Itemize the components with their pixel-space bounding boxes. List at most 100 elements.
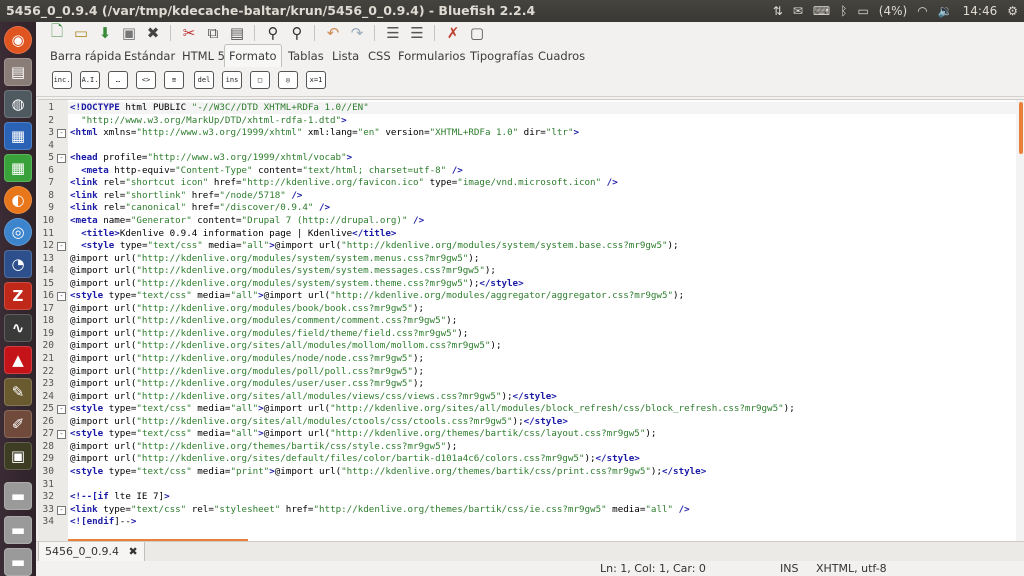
code-line: <link rel="canonical" href="/discover/0.…	[70, 202, 331, 214]
code-line: <link rel="shortlink" href="/node/5718" …	[70, 189, 303, 201]
vertical-scrollbar[interactable]	[1016, 100, 1024, 542]
paste-icon[interactable]: ▤	[226, 22, 248, 44]
line-number: 9	[48, 202, 54, 214]
calc-icon[interactable]: ▦	[4, 154, 32, 182]
volume-icon[interactable]: 🔉	[938, 4, 953, 18]
firefox-icon[interactable]: ◐	[4, 186, 32, 214]
indent-icon[interactable]: ☰	[406, 22, 428, 44]
presentation-icon[interactable]: ▣	[4, 442, 32, 470]
line-number: 13	[42, 252, 54, 264]
line-number: 6	[48, 164, 54, 176]
clock[interactable]: 14:46	[963, 4, 998, 18]
wifi-icon[interactable]: ◠	[917, 4, 927, 18]
close-tab-icon[interactable]: ✖	[128, 545, 137, 558]
cursor-position: Ln: 1, Col: 1, Car: 0	[600, 562, 706, 575]
code-line: "http://www.w3.org/MarkUp/DTD/xhtml-rdfa…	[81, 114, 347, 126]
line-number: 7	[48, 177, 54, 189]
list-format-icon[interactable]: ≡	[164, 71, 184, 89]
abbreviation-icon[interactable]: A.I.	[80, 71, 100, 89]
code-editor[interactable]: 1 2 3-4 5-6 7 8 9 10 11 12-13 14 15 16-17 18 19 20 21 22 2…	[38, 99, 1024, 542]
files-icon[interactable]: ▤	[4, 58, 32, 86]
fold-toggle-icon[interactable]: -	[57, 292, 66, 302]
code-line: <title>Kdenlive 0.9.4 information page |…	[81, 227, 397, 239]
undo-icon[interactable]: ↶	[322, 22, 344, 44]
line-number: 15	[42, 277, 54, 289]
kdenlive-icon[interactable]: ◔	[4, 250, 32, 278]
drive-icon[interactable]: ▬	[4, 482, 32, 510]
code-line: <style type="text/css" media="all">@impo…	[70, 403, 795, 415]
line-number: 8	[48, 189, 54, 201]
fold-toggle-icon[interactable]: -	[57, 154, 66, 164]
ubuntu-dash-icon[interactable]: ◉	[4, 26, 32, 54]
tab-formato[interactable]: Formato	[224, 44, 282, 67]
search-replace-icon[interactable]: ⚲	[286, 22, 308, 44]
quote-icon[interactable]: …	[108, 71, 128, 89]
sample-icon[interactable]: □	[250, 71, 270, 89]
document-tab[interactable]: 5456_0_0.9.4 ✖	[38, 542, 145, 562]
code-tag-icon[interactable]: <>	[136, 71, 156, 89]
drive-icon[interactable]: ▬	[4, 548, 32, 576]
line-number: 21	[42, 353, 54, 364]
code-line: @import url("http://kdenlive.org/modules…	[70, 315, 458, 327]
keyboard-icon[interactable]: ⌨	[813, 4, 830, 18]
close-icon[interactable]: ✖	[142, 22, 164, 44]
tab-cuadros[interactable]: Cuadros	[538, 45, 585, 67]
line-number: 31	[42, 478, 54, 490]
pencil-icon[interactable]: ✎	[4, 378, 32, 406]
fold-toggle-icon[interactable]: -	[57, 430, 66, 440]
fullscreen-icon[interactable]: ▢	[466, 22, 488, 44]
fold-toggle-icon[interactable]: -	[57, 242, 66, 252]
code-line: <![endif]-->	[70, 516, 137, 528]
filezilla-icon[interactable]: Z	[4, 282, 32, 310]
open-file-icon[interactable]: ▭	[70, 22, 92, 44]
line-number: 24	[42, 390, 54, 402]
save-icon[interactable]: ⬇	[94, 22, 116, 44]
system-monitor-icon[interactable]: ∿	[4, 314, 32, 342]
acrobat-icon[interactable]: ▲	[4, 346, 32, 374]
steam-icon[interactable]: ◍	[4, 90, 32, 118]
redo-icon[interactable]: ↷	[346, 22, 368, 44]
scrollbar-thumb[interactable]	[1019, 102, 1023, 154]
line-number: 10	[42, 214, 54, 226]
fold-toggle-icon[interactable]: -	[57, 405, 66, 415]
cut-icon[interactable]: ✂	[178, 22, 200, 44]
brush-icon[interactable]: ✐	[4, 410, 32, 438]
chromium-icon[interactable]: ◎	[4, 218, 32, 246]
battery-icon[interactable]: ▭	[857, 4, 868, 18]
line-number: 11	[42, 227, 54, 239]
variable-icon[interactable]: ◎	[278, 71, 298, 89]
include-icon[interactable]: inc.	[52, 71, 72, 89]
tab-css[interactable]: CSS	[368, 45, 391, 67]
line-number: 32	[42, 491, 54, 503]
code-line: @import url("http://kdenlive.org/modules…	[70, 353, 425, 364]
line-number: 2	[48, 114, 54, 126]
tab-barra-rapida[interactable]: Barra rápida	[50, 45, 122, 67]
tab-tipografias[interactable]: Tipografías	[470, 45, 534, 67]
search-icon[interactable]: ⚲	[262, 22, 284, 44]
tab-tablas[interactable]: Tablas	[288, 45, 324, 67]
writer-icon[interactable]: ▦	[4, 122, 32, 150]
insert-mode: INS	[780, 562, 799, 575]
code-line: @import url("http://kdenlive.org/modules…	[70, 277, 524, 289]
tab-lista[interactable]: Lista	[332, 45, 359, 67]
mail-icon[interactable]: ✉	[793, 4, 803, 18]
bluetooth-icon[interactable]: ᛒ	[840, 4, 847, 18]
delete-tag-icon[interactable]: del	[194, 71, 214, 89]
save-all-icon[interactable]: ▣	[118, 22, 140, 44]
tab-formularios[interactable]: Formularios	[398, 45, 465, 67]
tab-estandar[interactable]: Estándar	[124, 45, 175, 67]
tab-html5[interactable]: HTML 5	[182, 45, 225, 67]
new-file-icon[interactable]: 🗋	[46, 22, 68, 44]
fold-toggle-icon[interactable]: -	[57, 129, 66, 139]
settings-gear-icon[interactable]: ⚙	[1007, 4, 1018, 18]
sort-icon[interactable]: ⇅	[773, 4, 783, 18]
insert-tag-icon[interactable]: ins	[222, 71, 242, 89]
preferences-icon[interactable]: ✗	[442, 22, 464, 44]
drive-icon[interactable]: ▬	[4, 516, 32, 544]
code-line: @import url("http://kdenlive.org/modules…	[70, 252, 480, 264]
unindent-icon[interactable]: ☰	[382, 22, 404, 44]
copy-icon[interactable]: ⧉	[202, 22, 224, 44]
math-icon[interactable]: x=1	[306, 71, 326, 89]
document-tab-label: 5456_0_0.9.4	[45, 545, 119, 558]
fold-toggle-icon[interactable]: -	[57, 505, 66, 515]
